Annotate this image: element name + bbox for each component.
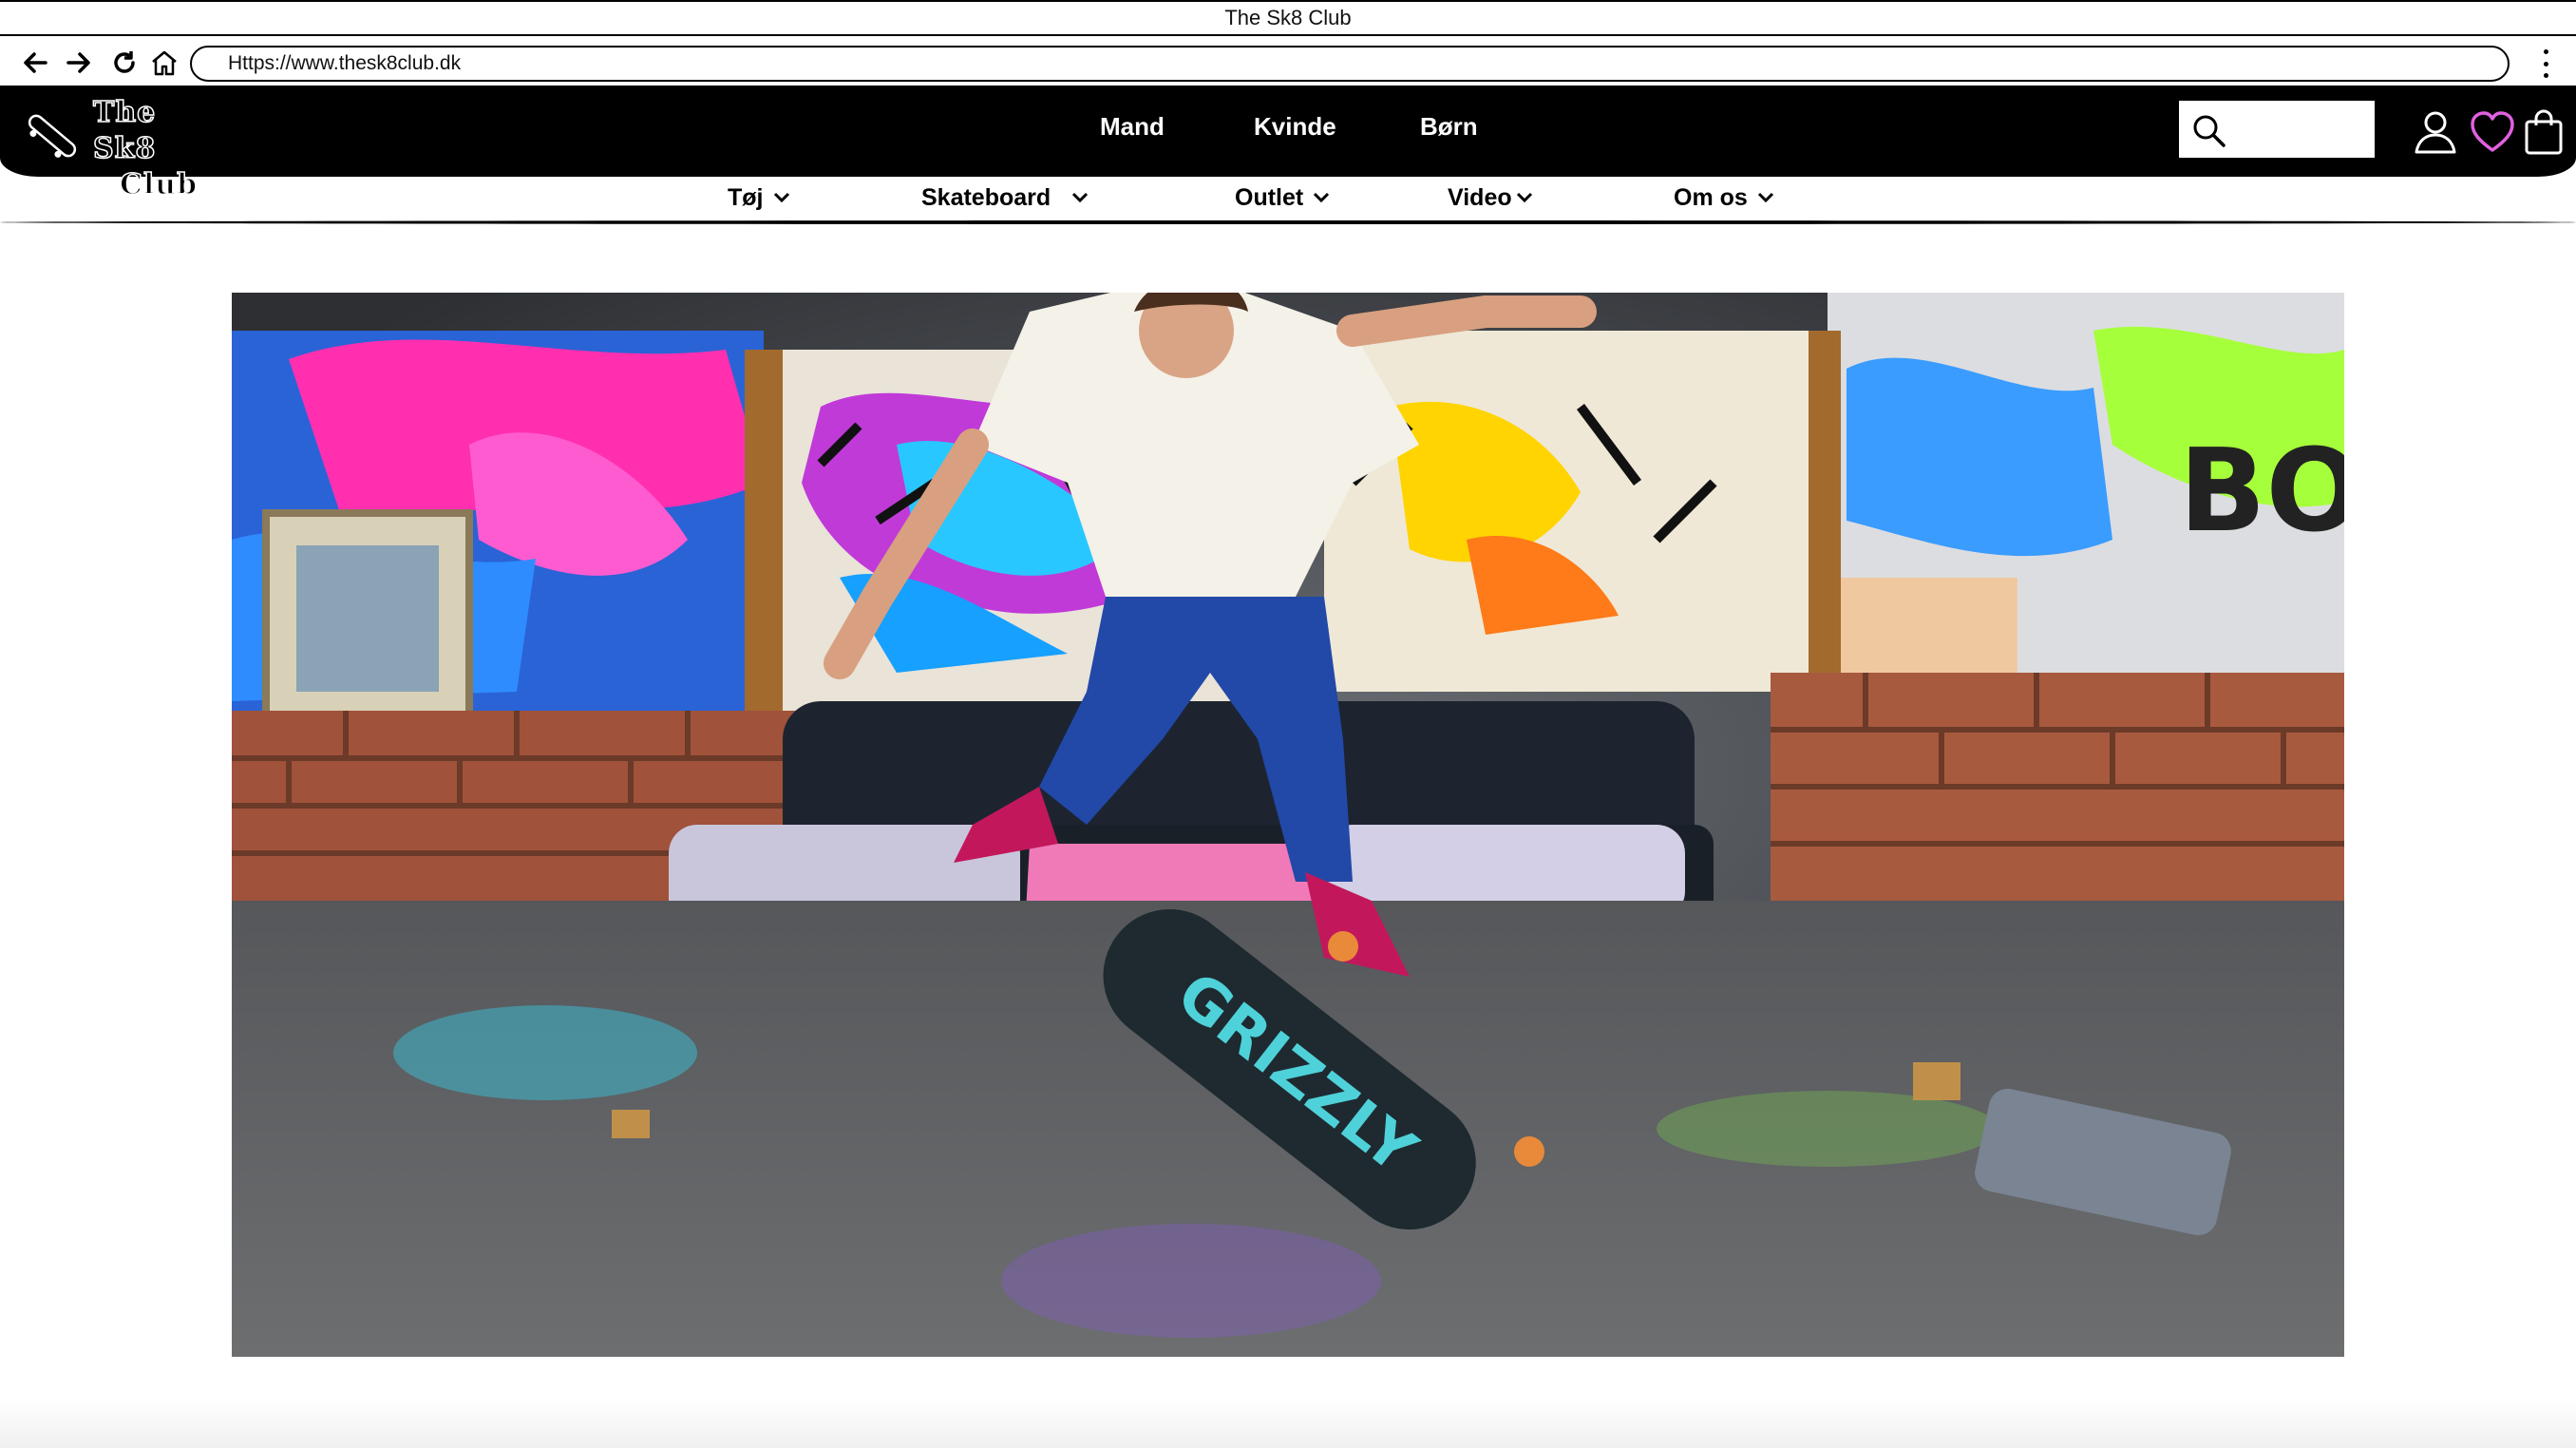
url-field[interactable]: Https://www.thesk8club.dk <box>190 46 2510 82</box>
subnav-outlet-label: Outlet <box>1235 183 1304 211</box>
subnav-outlet[interactable]: Outlet <box>1235 179 1330 217</box>
page-footer-fade <box>0 1397 2576 1448</box>
nav-kvinde[interactable]: Kvinde <box>1254 112 1336 150</box>
reload-icon[interactable] <box>108 47 141 79</box>
subnav-video[interactable]: Video <box>1448 179 1533 217</box>
subnav-skateboard-label: Skateboard <box>921 183 1051 211</box>
nav-born[interactable]: Børn <box>1420 112 1478 150</box>
subnav-divider <box>0 220 2576 224</box>
back-arrow-icon[interactable] <box>19 47 51 79</box>
home-icon[interactable] <box>148 47 180 79</box>
subnav-toj[interactable]: Tøj <box>728 179 790 217</box>
subnav-om-os[interactable]: Om os <box>1674 179 1774 217</box>
chevron-down-icon <box>1072 192 1089 203</box>
search-box[interactable] <box>2179 101 2375 158</box>
site-logo[interactable]: The Sk8 Club <box>19 91 218 202</box>
logo-line-2: Club <box>119 167 199 202</box>
chevron-down-icon <box>1757 192 1773 203</box>
subnav-skateboard[interactable]: Skateboard <box>921 179 1089 217</box>
skateboard-icon <box>28 114 77 158</box>
logo-line-1: The Sk8 <box>92 95 157 166</box>
user-icon[interactable] <box>2413 108 2458 156</box>
logo-wordmark: The Sk8 Club <box>92 95 218 203</box>
hero-image[interactable]: BOX <box>232 293 2344 1357</box>
forward-arrow-icon[interactable] <box>63 47 95 79</box>
search-input[interactable] <box>2234 110 2367 150</box>
subnav-video-label: Video <box>1448 183 1512 211</box>
url-text: Https://www.thesk8club.dk <box>228 52 462 74</box>
skater-kickflip-photo: BOX <box>232 293 2344 1357</box>
subnav-toj-label: Tøj <box>728 183 764 211</box>
chevron-down-icon <box>1314 192 1330 203</box>
more-vertical-icon[interactable] <box>2538 49 2553 78</box>
window-title: The Sk8 Club <box>1224 6 1352 29</box>
search-icon <box>2193 115 2226 147</box>
heart-icon[interactable] <box>2470 108 2515 156</box>
nav-mand[interactable]: Mand <box>1100 112 1165 150</box>
chevron-down-icon <box>1516 192 1532 203</box>
shopping-bag-icon[interactable] <box>2521 108 2567 156</box>
svg-text:BOX: BOX <box>2179 426 2344 558</box>
chevron-down-icon <box>773 192 789 203</box>
window-title-bar: The Sk8 Club <box>0 0 2576 36</box>
subnav-om-os-label: Om os <box>1674 183 1748 211</box>
